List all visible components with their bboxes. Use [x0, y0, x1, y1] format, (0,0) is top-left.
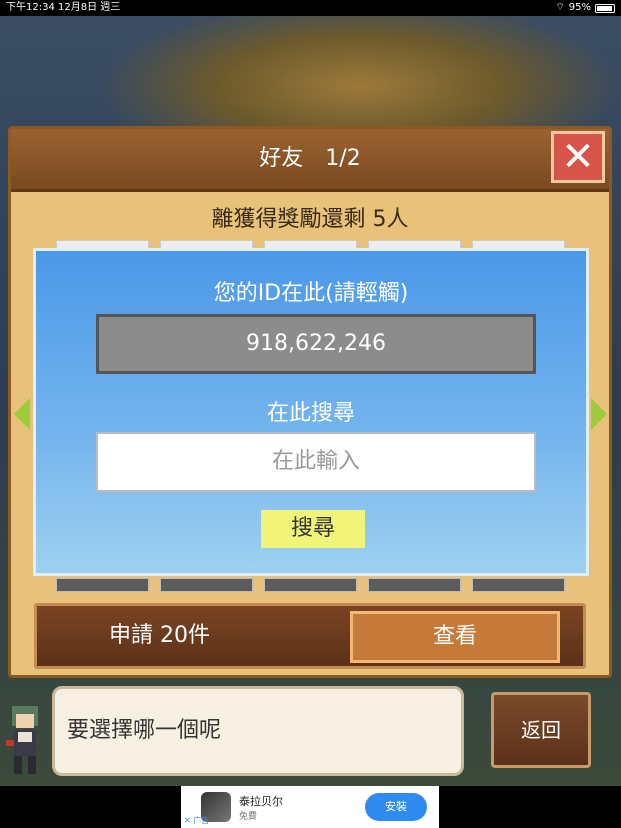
ad-banner[interactable]: 泰拉贝尔 免費 安裝 ✕ 广告 — [181, 786, 439, 828]
id-search-dialog: 您的ID在此(請輕觸) 918,622,246 在此搜尋 在此輸入 搜尋 — [33, 248, 589, 576]
status-right: ⌔ 95% — [555, 0, 615, 16]
search-input[interactable]: 在此輸入 — [96, 432, 536, 492]
friend-slots-bottom — [34, 578, 608, 592]
player-id-field[interactable]: 918,622,246 — [96, 314, 536, 374]
install-button[interactable]: 安裝 — [365, 793, 427, 821]
friend-slot[interactable] — [264, 578, 357, 592]
ad-price: 免費 — [239, 812, 258, 822]
prompt-text: 要選擇哪一個呢 — [67, 718, 222, 743]
search-label: 在此搜尋 — [266, 401, 355, 426]
ad-app-name[interactable]: 泰拉贝尔 — [239, 793, 283, 809]
back-button[interactable]: 返回 — [491, 692, 591, 768]
id-label[interactable]: 您的ID在此(請輕觸) — [36, 275, 586, 307]
close-button[interactable]: ✕ — [551, 131, 605, 183]
friend-slot[interactable] — [56, 578, 149, 592]
battery-percent: 95% — [568, 2, 591, 13]
battery-fill — [597, 5, 613, 11]
close-ad-icon[interactable]: ✕ — [184, 816, 191, 825]
search-button[interactable]: 搜尋 — [261, 510, 365, 548]
ad-badge[interactable]: ✕ 广告 — [184, 815, 209, 826]
panel-title: 好友 1/2 — [259, 146, 361, 171]
wifi-icon: ⌔ — [555, 2, 565, 13]
battery-icon — [595, 3, 615, 13]
friend-slot[interactable] — [472, 578, 565, 592]
view-requests-button[interactable]: 查看 — [350, 611, 560, 663]
request-count: 申請 20件 — [109, 623, 210, 648]
close-icon: ✕ — [561, 134, 595, 180]
status-time-date: 下午12:34 12月8日 週三 — [6, 0, 120, 16]
character-avatar — [6, 706, 38, 774]
reward-remaining-text: 離獲得獎勵還剩 5人 — [211, 207, 409, 232]
prompt-speech-bubble: 要選擇哪一個呢 — [52, 686, 464, 776]
status-date: 12月8日 週三 — [58, 2, 121, 13]
friend-slot[interactable] — [368, 578, 461, 592]
ad-badge-label: 广告 — [193, 816, 210, 825]
next-page-arrow-icon[interactable] — [591, 398, 607, 430]
friend-requests-bar: 申請 20件 查看 — [34, 603, 586, 669]
friend-slot[interactable] — [160, 578, 253, 592]
status-bar: 下午12:34 12月8日 週三 ⌔ 95% — [0, 0, 621, 16]
status-time: 下午12:34 — [6, 2, 55, 13]
prev-page-arrow-icon[interactable] — [14, 398, 30, 430]
